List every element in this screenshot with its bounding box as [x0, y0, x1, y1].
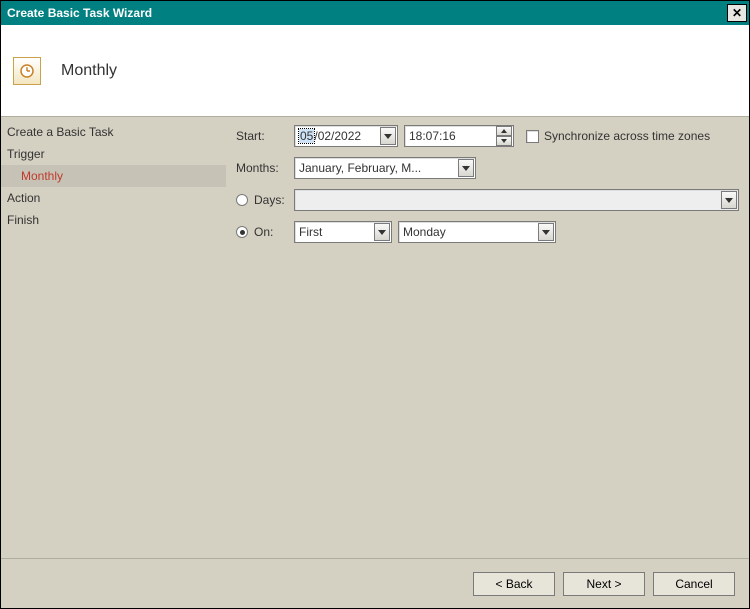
months-select[interactable]: January, February, M...	[294, 157, 476, 179]
on-day-value: Monday	[403, 225, 446, 239]
time-up-button[interactable]	[496, 126, 512, 136]
days-select[interactable]	[294, 189, 739, 211]
wizard-sidebar: Create a Basic Task Trigger Monthly Acti…	[1, 117, 226, 558]
start-label: Start:	[236, 129, 294, 143]
time-down-button[interactable]	[496, 136, 512, 146]
months-dropdown-button[interactable]	[458, 159, 474, 177]
sync-timezones-label: Synchronize across time zones	[544, 129, 710, 143]
on-ordinal-value: First	[299, 225, 322, 239]
sidebar-item-monthly[interactable]: Monthly	[1, 165, 226, 187]
days-row: Days:	[236, 189, 739, 211]
time-value: 18:07:16	[409, 129, 456, 143]
sidebar-item-finish[interactable]: Finish	[1, 209, 226, 231]
next-button[interactable]: Next >	[563, 572, 645, 596]
months-value: January, February, M...	[299, 161, 421, 175]
wizard-window: Create Basic Task Wizard ✕ Monthly Creat…	[0, 0, 750, 609]
titlebar: Create Basic Task Wizard ✕	[1, 1, 749, 25]
on-day-select[interactable]: Monday	[398, 221, 556, 243]
days-dropdown-button[interactable]	[721, 191, 737, 209]
days-radio[interactable]	[236, 194, 248, 206]
wizard-body: Create a Basic Task Trigger Monthly Acti…	[1, 117, 749, 558]
close-icon: ✕	[732, 6, 742, 20]
wizard-footer: < Back Next > Cancel	[1, 558, 749, 608]
date-selected-part: 05	[299, 129, 314, 143]
start-row: Start: 05/02/2022 18:07:16 Synchronize a…	[236, 125, 739, 147]
on-ordinal-select[interactable]: First	[294, 221, 392, 243]
window-title: Create Basic Task Wizard	[7, 6, 727, 20]
page-title: Monthly	[61, 62, 117, 80]
start-date-input[interactable]: 05/02/2022	[294, 125, 398, 147]
months-label: Months:	[236, 161, 294, 175]
clock-calendar-icon	[13, 57, 41, 85]
sync-timezones-checkbox[interactable]	[526, 130, 539, 143]
wizard-header: Monthly	[1, 25, 749, 117]
on-ordinal-dropdown-button[interactable]	[374, 223, 390, 241]
wizard-main: Start: 05/02/2022 18:07:16 Synchronize a…	[226, 117, 749, 558]
on-row: On: First Monday	[236, 221, 739, 243]
close-button[interactable]: ✕	[727, 4, 747, 22]
cancel-button[interactable]: Cancel	[653, 572, 735, 596]
on-day-dropdown-button[interactable]	[538, 223, 554, 241]
sidebar-item-create-task[interactable]: Create a Basic Task	[1, 121, 226, 143]
back-button[interactable]: < Back	[473, 572, 555, 596]
on-label: On:	[254, 225, 294, 239]
start-time-input[interactable]: 18:07:16	[404, 125, 514, 147]
time-spinner[interactable]	[496, 126, 512, 146]
date-dropdown-button[interactable]	[380, 127, 396, 145]
days-label: Days:	[254, 193, 294, 207]
date-rest: /02/2022	[314, 129, 361, 143]
sidebar-item-trigger[interactable]: Trigger	[1, 143, 226, 165]
months-row: Months: January, February, M...	[236, 157, 739, 179]
sidebar-item-action[interactable]: Action	[1, 187, 226, 209]
on-radio[interactable]	[236, 226, 248, 238]
